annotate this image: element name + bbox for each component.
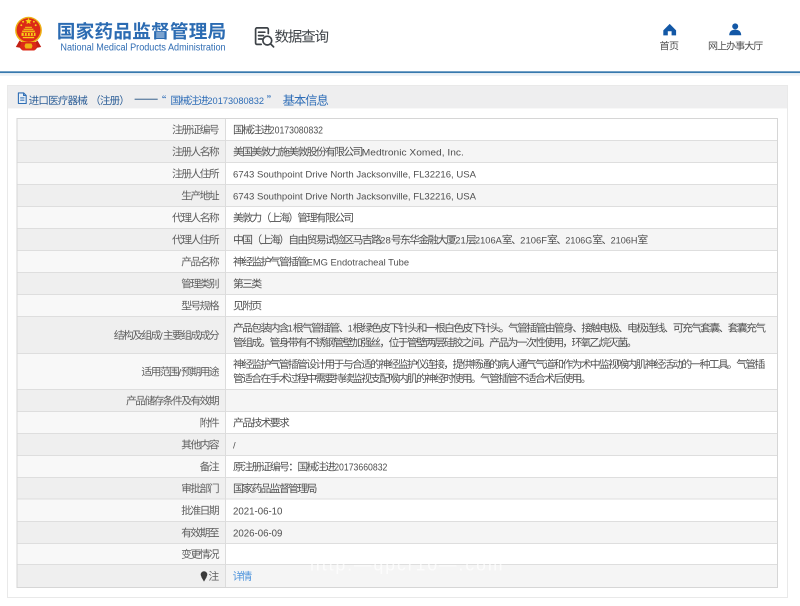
svg-text:/: /: [233, 441, 236, 451]
svg-text:1: 1: [288, 324, 293, 334]
svg-text:6743 Southpoint Drive North Ja: 6743 Southpoint Drive North Jacksonville…: [233, 170, 477, 180]
svg-text:2026-06-09: 2026-06-09: [233, 529, 283, 540]
svg-text:nttp:—qpcr10—.com: nttp:—qpcr10—.com: [310, 555, 504, 575]
svg-text:21: 21: [455, 236, 466, 246]
svg-text:20173660832: 20173660832: [334, 463, 388, 474]
svg-text:/: /: [178, 367, 181, 378]
svg-text:1: 1: [348, 324, 353, 334]
svg-text:2106H: 2106H: [611, 236, 638, 246]
svg-text:Medtronic Xomed, Inc.: Medtronic Xomed, Inc.: [362, 148, 464, 158]
svg-text:/: /: [160, 330, 163, 341]
svg-text:2021-06-10: 2021-06-10: [233, 506, 283, 517]
svg-text:20173080832: 20173080832: [270, 126, 324, 137]
svg-text:2106G: 2106G: [565, 236, 592, 246]
svg-text:National Medical Products Admi: National Medical Products Administration: [60, 43, 225, 54]
svg-text:28: 28: [380, 236, 391, 246]
svg-text:6743 Southpoint Drive North Ja: 6743 Southpoint Drive North Jacksonville…: [233, 192, 477, 202]
svg-text:2106A: 2106A: [475, 236, 503, 246]
svg-text:2106F: 2106F: [520, 236, 547, 246]
svg-text:EMG Endotracheal Tube: EMG Endotracheal Tube: [307, 258, 410, 268]
svg-text:20173080832: 20173080832: [207, 96, 264, 107]
